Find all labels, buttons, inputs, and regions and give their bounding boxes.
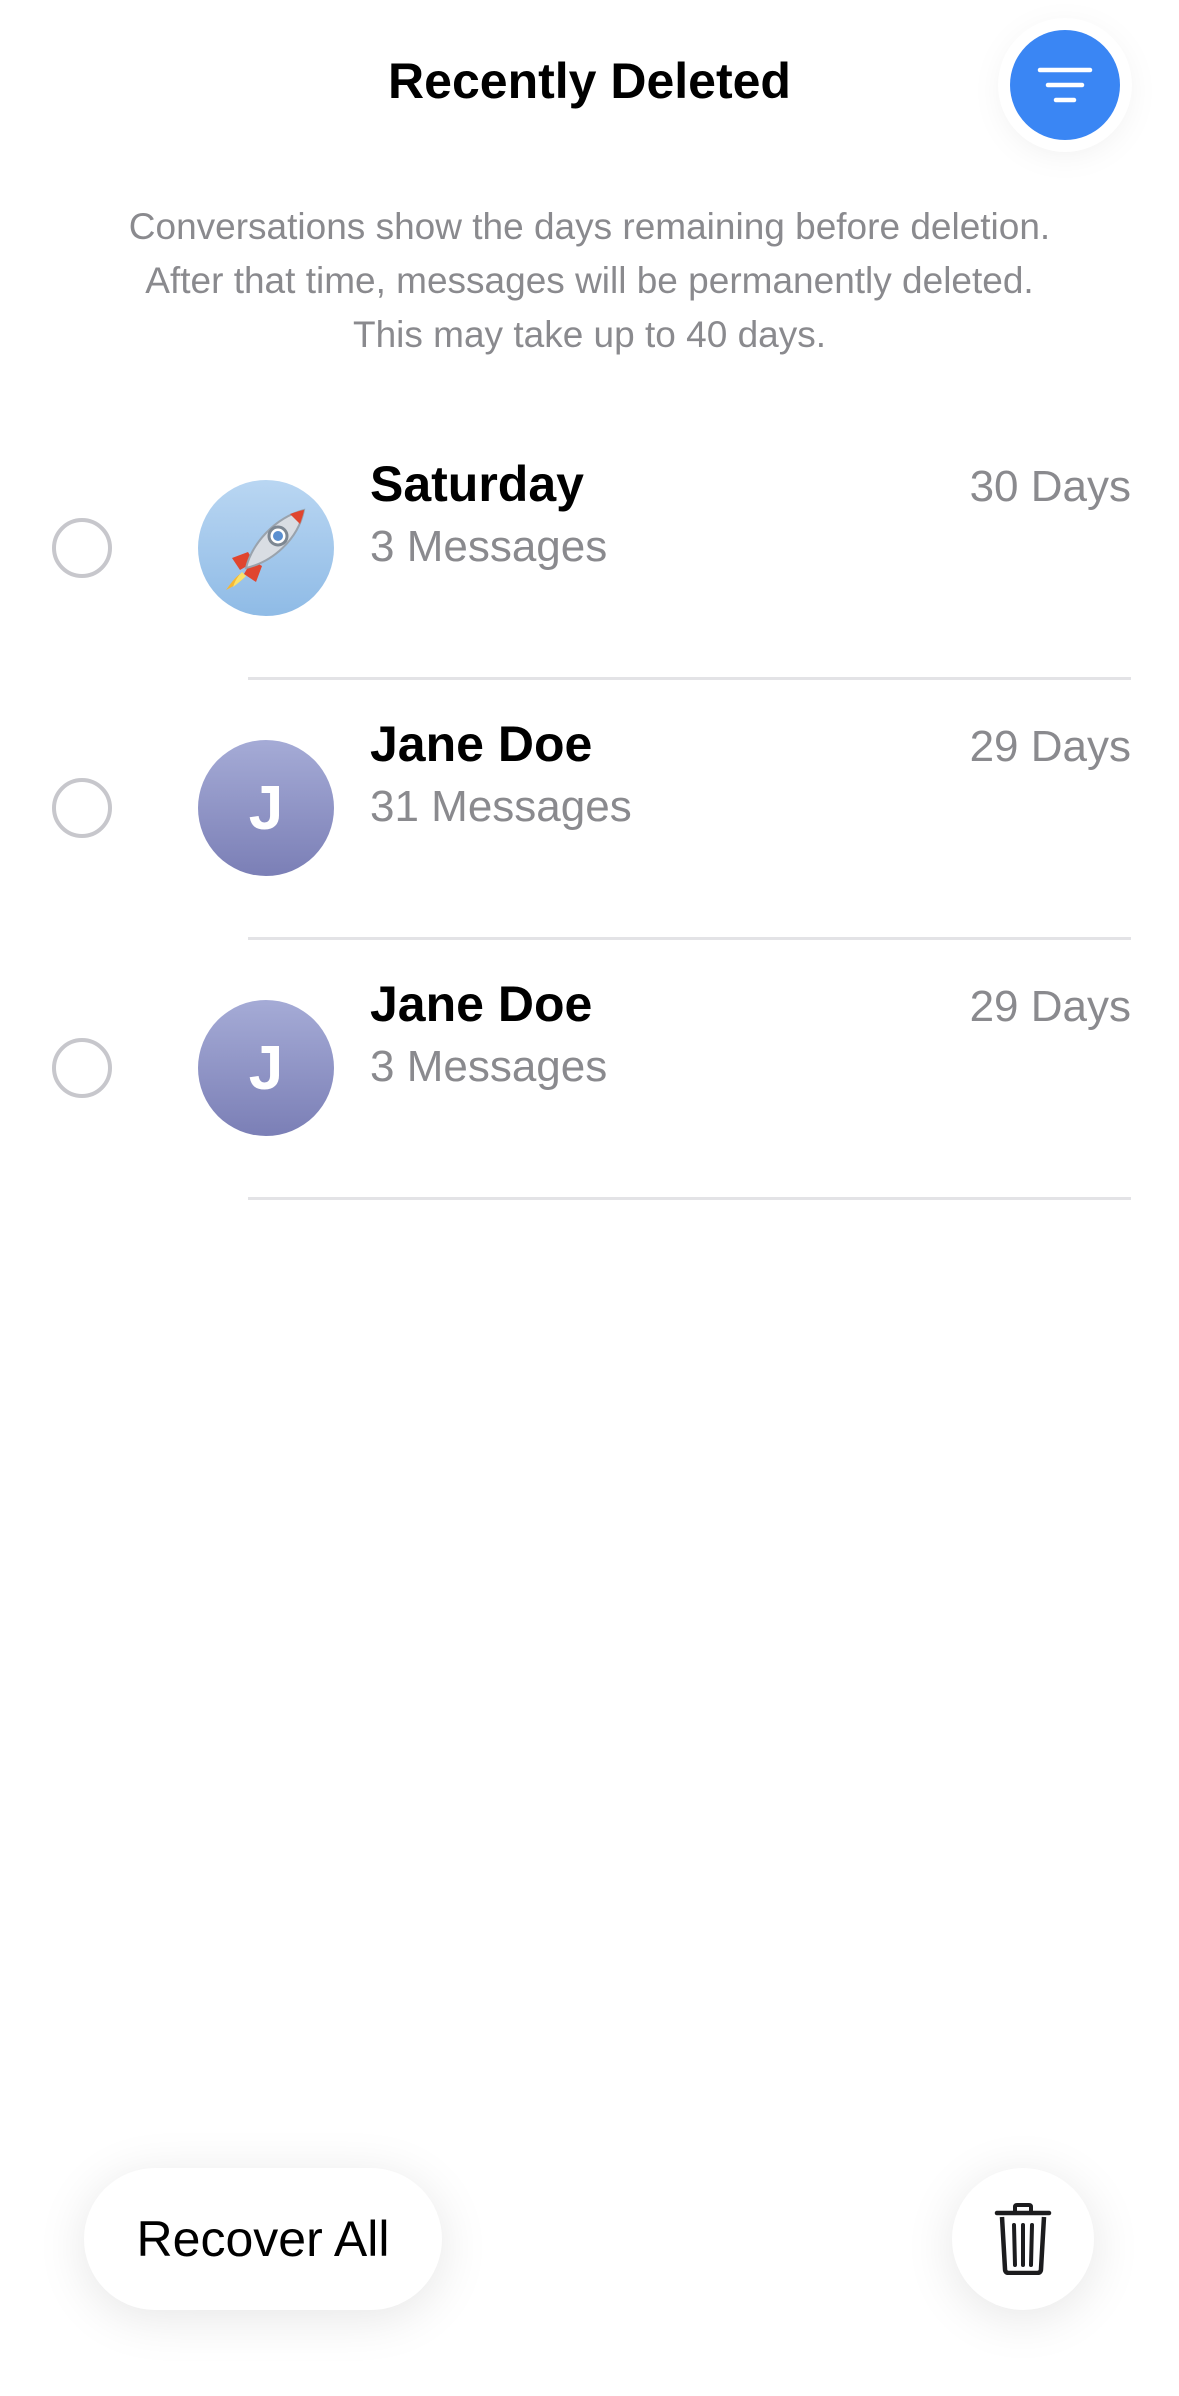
- select-radio[interactable]: [52, 1038, 112, 1098]
- info-line: After that time, messages will be perman…: [145, 260, 1034, 301]
- info-line: This may take up to 40 days.: [352, 314, 826, 355]
- conversation-list: Saturday 3 Messages 30 Days J Jane Doe 3…: [0, 420, 1179, 1200]
- select-radio[interactable]: [52, 518, 112, 578]
- header: Recently Deleted: [0, 0, 1179, 170]
- recently-deleted-screen: Recently Deleted Conversations show the …: [0, 0, 1179, 2396]
- days-remaining: 30 Days: [969, 462, 1131, 511]
- conversation-row[interactable]: J Jane Doe 3 Messages 29 Days: [0, 940, 1179, 1200]
- avatar: [198, 480, 334, 616]
- trash-icon: [994, 2203, 1052, 2275]
- avatar: J: [198, 1000, 334, 1136]
- message-count: 31 Messages: [370, 782, 632, 831]
- conversation-name: Jane Doe: [370, 976, 593, 1032]
- conversation-name: Jane Doe: [370, 716, 593, 772]
- row-separator: [248, 1197, 1131, 1200]
- filter-button[interactable]: [1010, 30, 1120, 140]
- message-count: 3 Messages: [370, 522, 608, 571]
- conversation-name: Saturday: [370, 456, 584, 512]
- delete-button[interactable]: [952, 2168, 1094, 2310]
- conversation-row[interactable]: Saturday 3 Messages 30 Days: [0, 420, 1179, 680]
- deletion-info-text: Conversations show the days remaining be…: [60, 200, 1119, 362]
- days-remaining: 29 Days: [969, 722, 1131, 771]
- filter-lines-icon: [1037, 67, 1093, 103]
- page-title: Recently Deleted: [388, 53, 791, 109]
- select-radio[interactable]: [52, 778, 112, 838]
- avatar: J: [198, 740, 334, 876]
- days-remaining: 29 Days: [969, 982, 1131, 1031]
- info-line: Conversations show the days remaining be…: [128, 206, 1051, 247]
- recover-all-button[interactable]: Recover All: [84, 2168, 442, 2310]
- message-count: 3 Messages: [370, 1042, 608, 1091]
- conversation-row[interactable]: J Jane Doe 31 Messages 29 Days: [0, 680, 1179, 940]
- rocket-icon: [226, 508, 306, 590]
